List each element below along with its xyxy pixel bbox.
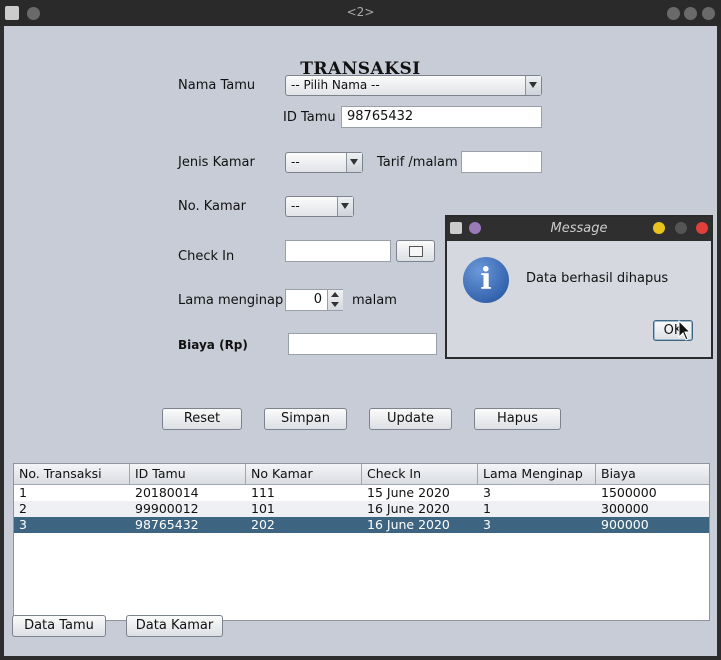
malam-label: malam (352, 293, 397, 308)
data-tamu-button[interactable]: Data Tamu (12, 615, 106, 637)
maximize-icon[interactable] (684, 7, 697, 20)
no-kamar-label: No. Kamar (178, 199, 246, 214)
table-cell: 15 June 2020 (367, 485, 450, 500)
table-cell: 2 (19, 501, 27, 516)
biaya-label: Biaya (Rp) (178, 338, 248, 352)
jenis-kamar-selected: -- (291, 155, 300, 169)
reset-button[interactable]: Reset (162, 408, 242, 430)
window-titlebar: <2> (0, 0, 721, 26)
calendar-icon (408, 246, 423, 257)
column-header[interactable]: Lama Menginap (478, 464, 596, 484)
table-cell: 900000 (601, 517, 649, 532)
table-cell: 20180014 (135, 485, 199, 500)
table-row[interactable]: 1 20180014 111 15 June 2020 3 1500000 (14, 485, 709, 501)
data-kamar-button[interactable]: Data Kamar (126, 615, 223, 637)
tarif-field[interactable] (461, 151, 542, 173)
lama-menginap-label: Lama menginap (178, 293, 284, 308)
table-cell: 16 June 2020 (367, 501, 450, 516)
update-button[interactable]: Update (369, 408, 452, 430)
column-header[interactable]: Check In (362, 464, 478, 484)
check-in-label: Check In (178, 249, 235, 264)
table-cell: 202 (251, 517, 275, 532)
mouse-cursor-icon (678, 320, 692, 341)
column-header[interactable]: ID Tamu (130, 464, 246, 484)
dialog-title: Message (550, 221, 608, 236)
no-kamar-combo[interactable]: -- (285, 196, 354, 217)
info-icon: i (463, 257, 509, 303)
spinner-down-icon[interactable] (331, 302, 339, 307)
table-cell: 1 (19, 485, 27, 500)
check-in-field[interactable] (285, 240, 391, 262)
nama-tamu-selected: -- Pilih Nama -- (291, 78, 380, 92)
tarif-label: Tarif /malam (377, 155, 458, 170)
table-cell: 99900012 (135, 501, 199, 516)
table-cell: 300000 (601, 501, 649, 516)
nama-tamu-combo[interactable]: -- Pilih Nama -- (285, 75, 542, 96)
simpan-button[interactable]: Simpan (264, 408, 347, 430)
nama-tamu-label: Nama Tamu (178, 78, 256, 93)
id-tamu-label: ID Tamu (283, 110, 336, 125)
transaksi-table[interactable]: No. Transaksi ID Tamu No Kamar Check In … (13, 463, 710, 621)
table-cell: 3 (483, 485, 491, 500)
jenis-kamar-label: Jenis Kamar (178, 155, 255, 170)
table-cell: 3 (19, 517, 27, 532)
hapus-button[interactable]: Hapus (474, 408, 561, 430)
calendar-button[interactable] (396, 240, 435, 262)
id-tamu-field[interactable]: 98765432 (341, 106, 542, 128)
no-kamar-selected: -- (291, 199, 300, 213)
close-icon[interactable] (696, 222, 708, 234)
lama-menginap-value: 0 (313, 292, 322, 307)
window-title: <2> (346, 5, 375, 19)
chevron-down-icon (337, 197, 353, 216)
table-cell: 3 (483, 517, 491, 532)
message-dialog: Message i Data berhasil dihapus OK (445, 215, 713, 359)
table-cell: 16 June 2020 (367, 517, 450, 532)
spinner-arrows[interactable] (327, 290, 343, 310)
column-header[interactable]: No Kamar (246, 464, 362, 484)
table-header: No. Transaksi ID Tamu No Kamar Check In … (14, 464, 709, 485)
minimize-icon[interactable] (653, 222, 665, 234)
table-cell: 1500000 (601, 485, 657, 500)
chevron-down-icon (346, 153, 362, 172)
biaya-field[interactable] (288, 333, 437, 355)
spinner-up-icon[interactable] (331, 292, 339, 297)
table-row-selected[interactable]: 3 98765432 202 16 June 2020 3 900000 (14, 517, 709, 533)
table-row[interactable]: 2 99900012 101 16 June 2020 1 300000 (14, 501, 709, 517)
close-icon[interactable] (702, 7, 715, 20)
table-cell: 101 (251, 501, 275, 516)
chevron-down-icon (525, 76, 541, 95)
minimize-icon[interactable] (667, 7, 680, 20)
dialog-message: Data berhasil dihapus (526, 271, 669, 286)
table-cell: 111 (251, 485, 275, 500)
column-header[interactable]: Biaya (596, 464, 709, 484)
dialog-titlebar: Message (447, 217, 711, 241)
table-cell: 98765432 (135, 517, 199, 532)
column-header[interactable]: No. Transaksi (14, 464, 130, 484)
jenis-kamar-combo[interactable]: -- (285, 152, 363, 173)
maximize-icon[interactable] (675, 222, 687, 234)
table-cell: 1 (483, 501, 491, 516)
